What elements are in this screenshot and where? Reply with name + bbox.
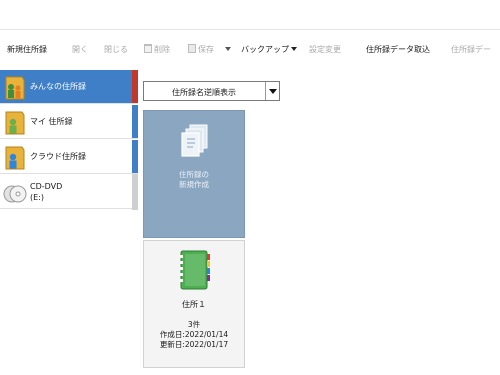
sort-order-value: 住所録名逆順表示: [172, 88, 236, 97]
book-count: 3件: [187, 320, 201, 329]
book-created-date: 作成日:2022/01/14: [159, 330, 229, 339]
settings-button[interactable]: 設定変更: [309, 44, 341, 56]
book-name: 住所１: [182, 300, 206, 309]
save-icon: [188, 44, 196, 53]
sidebar-item-label: みんなの住所録: [30, 82, 86, 91]
sidebar-item-label: マイ 住所録: [30, 117, 73, 126]
book-updated-date: 更新日:2022/01/17: [159, 340, 229, 349]
disc-icon: [3, 185, 27, 203]
sidebar-item-label: CD-DVD (E:): [30, 182, 63, 202]
sidebar: みんなの住所録 マイ 住所録 クラウド住所録 CD-DVD (E:): [0, 70, 138, 210]
save-button[interactable]: 保存: [188, 44, 214, 56]
title-area: [0, 0, 500, 30]
address-book-card[interactable]: 住所１ 3件 作成日:2022/01/14 更新日:2022/01/17: [143, 240, 245, 368]
export-button[interactable]: 住所録デー: [451, 44, 491, 56]
save-label: 保存: [198, 45, 214, 54]
close-button[interactable]: 閉じる: [104, 44, 128, 56]
backup-dropdown-button[interactable]: [291, 44, 297, 56]
sidebar-item-label: クラウド住所録: [30, 152, 86, 161]
sidebar-item-cloud-books[interactable]: クラウド住所録: [0, 140, 138, 174]
chevron-down-icon: [291, 47, 297, 51]
sidebar-item-accent: [132, 140, 138, 173]
new-document-icon: [181, 124, 208, 157]
delete-label: 削除: [154, 45, 170, 54]
sidebar-item-accent: [132, 105, 138, 138]
new-book-caption: 住所録の 新規作成: [179, 170, 209, 189]
sidebar-scrollbar[interactable]: [132, 174, 138, 210]
sidebar-item-accent: [132, 70, 138, 103]
delete-button[interactable]: 削除: [144, 44, 170, 56]
trash-icon: [144, 44, 152, 53]
chevron-down-icon: [269, 89, 277, 94]
cloud-book-icon: [5, 146, 25, 170]
backup-button[interactable]: バックアップ: [241, 44, 289, 56]
sidebar-item-shared-books[interactable]: みんなの住所録: [0, 70, 138, 104]
new-book-card[interactable]: 住所録の 新規作成: [143, 110, 245, 238]
sort-dropdown-button[interactable]: [265, 82, 279, 100]
person-book-icon: [5, 111, 25, 135]
sidebar-item-my-books[interactable]: マイ 住所録: [0, 105, 138, 139]
sidebar-item-cd-dvd[interactable]: CD-DVD (E:): [0, 175, 138, 209]
address-book-icon: [180, 250, 210, 290]
new-book-button[interactable]: 新規住所録: [7, 44, 47, 56]
open-button[interactable]: 開く: [72, 44, 88, 56]
chevron-down-icon: [225, 47, 231, 51]
toolbar: 新規住所録 開く 閉じる 削除 保存 バックアップ 設定変更 住所録データ取込 …: [0, 38, 500, 62]
family-book-icon: [5, 76, 25, 100]
sort-order-select[interactable]: 住所録名逆順表示: [143, 81, 280, 101]
save-dropdown-button[interactable]: [225, 44, 231, 56]
import-button[interactable]: 住所録データ取込: [366, 44, 430, 56]
book-meta: 3件 作成日:2022/01/14 更新日:2022/01/17: [144, 320, 244, 350]
